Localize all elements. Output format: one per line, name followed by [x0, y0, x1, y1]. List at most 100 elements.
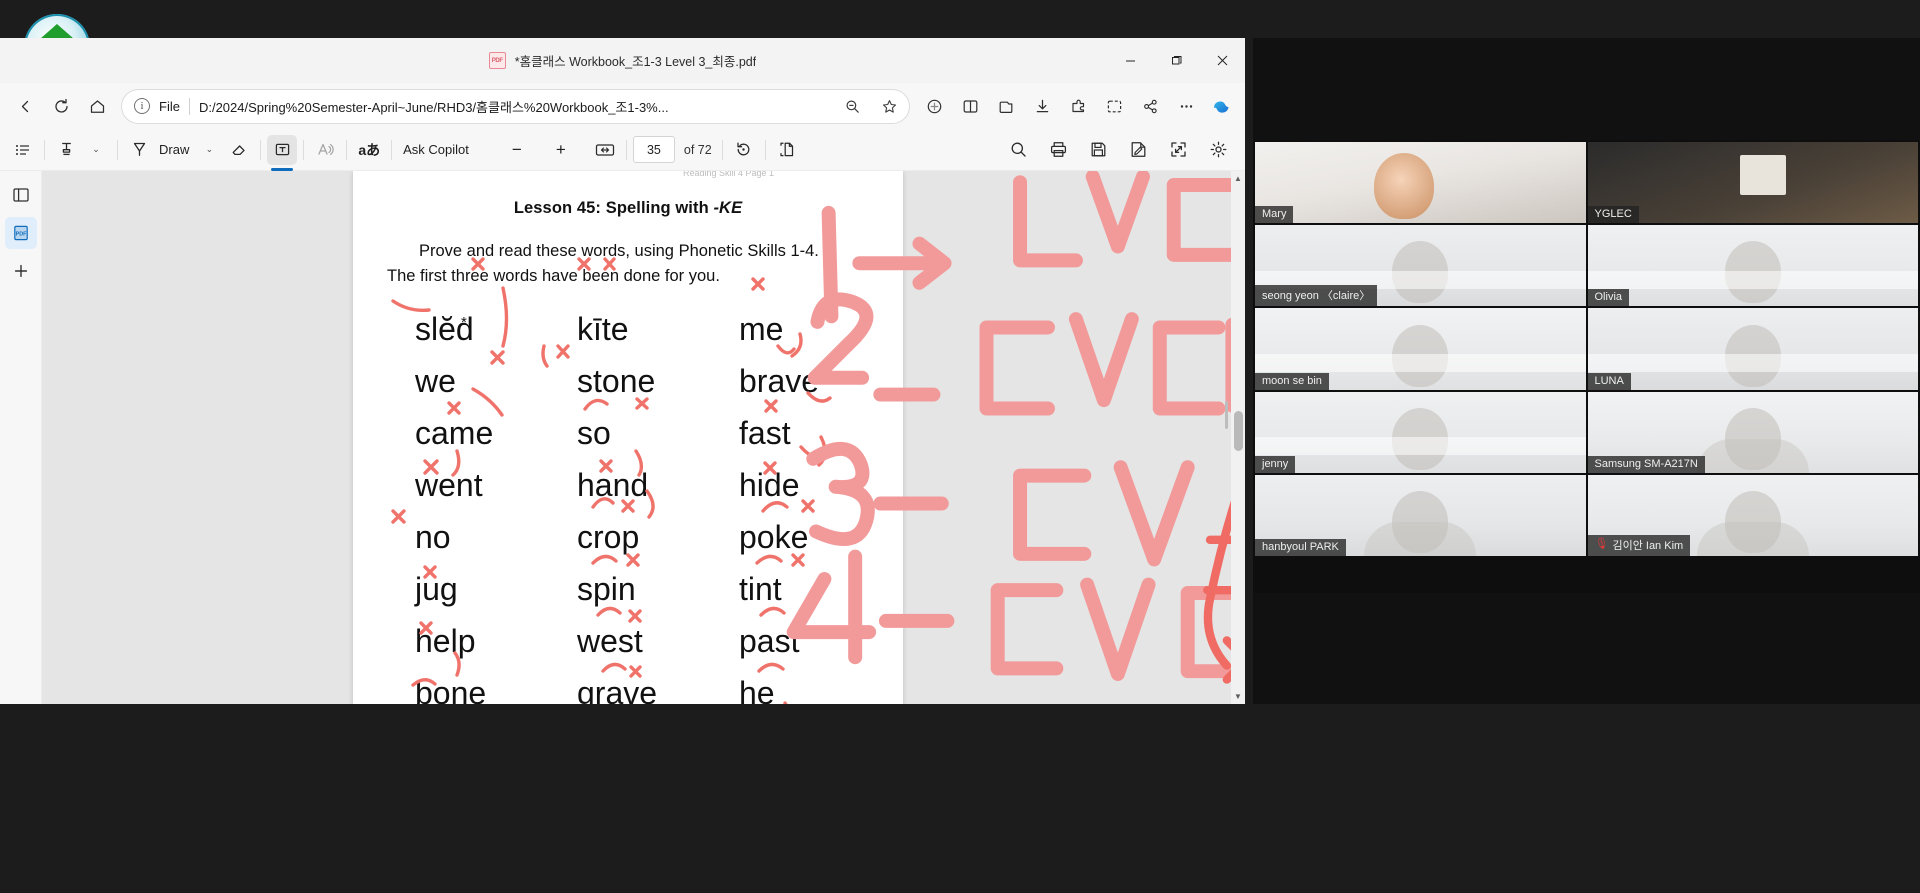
site-info-icon[interactable]: i — [134, 98, 150, 114]
participant-name: Samsung SM-A217N — [1594, 457, 1698, 470]
text-select-icon[interactable] — [267, 134, 298, 171]
address-url-text[interactable]: D:/2024/Spring%20Semester-April~June/RHD… — [199, 97, 829, 116]
participant-name: 김이안 Ian Kim — [1612, 539, 1684, 552]
word-item: came — [415, 414, 494, 451]
participant-name: YGLEC — [1594, 208, 1632, 221]
toolbar-divider — [44, 139, 45, 160]
word-item: went — [415, 466, 483, 503]
tab-strip: PDF *홈클래스 Workbook_조1-3 Level 3_최종.pdf — [0, 38, 1245, 83]
more-settings-icon[interactable] — [1169, 89, 1203, 123]
annotate-icon[interactable] — [1123, 135, 1153, 165]
copilot-icon[interactable] — [1205, 90, 1237, 122]
word-item: west — [577, 622, 643, 659]
participant-tile[interactable]: moon se bin — [1255, 308, 1586, 390]
toolbar-divider — [721, 139, 723, 160]
rotate-icon[interactable] — [729, 135, 759, 165]
navigation-pane-icon[interactable] — [5, 179, 37, 211]
eraser-icon[interactable] — [224, 135, 254, 165]
desktop-lower-area — [0, 704, 1253, 893]
browser-tab[interactable]: PDF *홈클래스 Workbook_조1-3 Level 3_최종.pdf — [475, 44, 770, 78]
participant-tile[interactable]: 🎙 김이안 Ian Kim — [1587, 474, 1918, 556]
highlighter-options-chevron-down-icon[interactable]: ⌄ — [81, 135, 111, 165]
maximize-restore-button[interactable] — [1153, 38, 1199, 83]
toolbar-divider — [346, 139, 348, 160]
screenshot-icon[interactable] — [1097, 89, 1131, 123]
fit-width-icon[interactable] — [590, 135, 620, 165]
share-icon[interactable] — [1133, 89, 1167, 123]
word-item: kīte — [577, 310, 629, 347]
add-favorite-icon[interactable] — [875, 92, 903, 120]
fullscreen-icon[interactable] — [1163, 135, 1193, 165]
participant-tile[interactable]: YGLEC — [1587, 142, 1918, 224]
microphone-muted-icon: 🎙 — [1594, 538, 1609, 551]
scroll-up-arrow-icon[interactable]: ▲ — [1234, 171, 1242, 186]
ask-copilot-button[interactable]: Ask Copilot — [398, 135, 474, 165]
video-feed — [1255, 391, 1586, 473]
draw-options-chevron-down-icon[interactable]: ⌄ — [194, 135, 224, 165]
draw-pen-icon[interactable] — [124, 135, 154, 165]
ask-copilot-label: Ask Copilot — [403, 142, 469, 157]
word-item: bone — [415, 674, 487, 705]
word-item: we — [415, 362, 456, 399]
participant-name: Olivia — [1594, 291, 1623, 304]
translate-icon[interactable]: aあ — [353, 135, 385, 165]
zoom-out-button[interactable]: − — [502, 135, 532, 165]
zoom-in-button[interactable]: + — [546, 135, 576, 165]
split-screen-icon[interactable] — [953, 89, 987, 123]
refresh-button[interactable] — [44, 89, 78, 123]
add-tool-button[interactable] — [5, 255, 37, 287]
participant-tile[interactable]: Mary — [1255, 142, 1586, 224]
close-button[interactable] — [1199, 38, 1245, 83]
collections-icon[interactable] — [989, 89, 1023, 123]
pdf-scrollbar-thumb[interactable] — [1234, 411, 1243, 451]
participant-tile[interactable]: jenny — [1255, 391, 1586, 473]
address-scheme-label: File — [159, 98, 180, 114]
video-silhouette-body — [1364, 521, 1477, 556]
save-icon[interactable] — [1083, 135, 1113, 165]
read-aloud-icon[interactable] — [310, 135, 340, 165]
address-bar[interactable]: i File D:/2024/Spring%20Semester-April~J… — [122, 89, 909, 123]
draw-button[interactable]: Draw — [154, 135, 194, 165]
pdf-scroll-position-marker — [1225, 401, 1228, 429]
scroll-down-arrow-icon[interactable]: ▼ — [1234, 689, 1242, 704]
pdf-page-canvas[interactable]: Reading Skill 4 Page 1 Lesson 45: Spelli… — [42, 171, 1245, 704]
extensions-icon[interactable] — [1061, 89, 1095, 123]
downloads-icon[interactable] — [1025, 89, 1059, 123]
participant-tile[interactable]: seong yeon 〈claire〉 — [1255, 225, 1586, 307]
zoom-in-glyph: + — [555, 139, 566, 159]
participant-tile[interactable]: hanbyoul PARK — [1255, 474, 1586, 556]
participant-tile[interactable]: LUNA — [1587, 308, 1918, 390]
search-icon[interactable] — [1003, 135, 1033, 165]
zoom-indicator-icon[interactable] — [838, 92, 866, 120]
word-item: slĕd * — [415, 303, 577, 355]
table-of-contents-icon[interactable] — [8, 135, 38, 165]
participant-tile-active-speaker[interactable]: Samsung SM-A217N — [1587, 391, 1918, 473]
word-item: me — [739, 310, 784, 347]
back-button[interactable] — [8, 89, 42, 123]
gear-icon[interactable] — [1203, 135, 1233, 165]
video-feed — [1587, 308, 1918, 390]
tab-title: *홈클래스 Workbook_조1-3 Level 3_최종.pdf — [514, 55, 757, 69]
word-item: grave — [577, 674, 658, 705]
page-number-input[interactable]: 35 — [632, 136, 675, 163]
lesson-title-main: Lesson 45: Spelling with — [513, 199, 714, 217]
browser-essentials-icon[interactable] — [917, 89, 951, 123]
participant-name-tag: seong yeon 〈claire〉 — [1255, 285, 1378, 307]
participant-tile[interactable]: Olivia — [1587, 225, 1918, 307]
home-button[interactable] — [80, 89, 114, 123]
participant-name: Mary — [1262, 208, 1287, 221]
participant-name-tag: Olivia — [1587, 289, 1630, 307]
word-item: fast — [739, 414, 791, 451]
svg-text:PDF: PDF — [15, 232, 26, 238]
participant-name-tag: Samsung SM-A217N — [1587, 455, 1705, 473]
minimize-button[interactable] — [1107, 38, 1153, 83]
highlighter-icon[interactable] — [51, 135, 81, 165]
pdf-document-icon[interactable]: PDF — [4, 217, 37, 249]
participant-name: moon se bin — [1262, 374, 1322, 387]
instructions: Prove and read these words, using Phonet… — [387, 239, 869, 289]
print-icon[interactable] — [1043, 135, 1073, 165]
participant-name: hanbyoul PARK — [1262, 540, 1339, 553]
word-item: no — [415, 518, 451, 555]
video-light-strip — [1255, 353, 1586, 372]
page-view-icon[interactable] — [772, 135, 802, 165]
